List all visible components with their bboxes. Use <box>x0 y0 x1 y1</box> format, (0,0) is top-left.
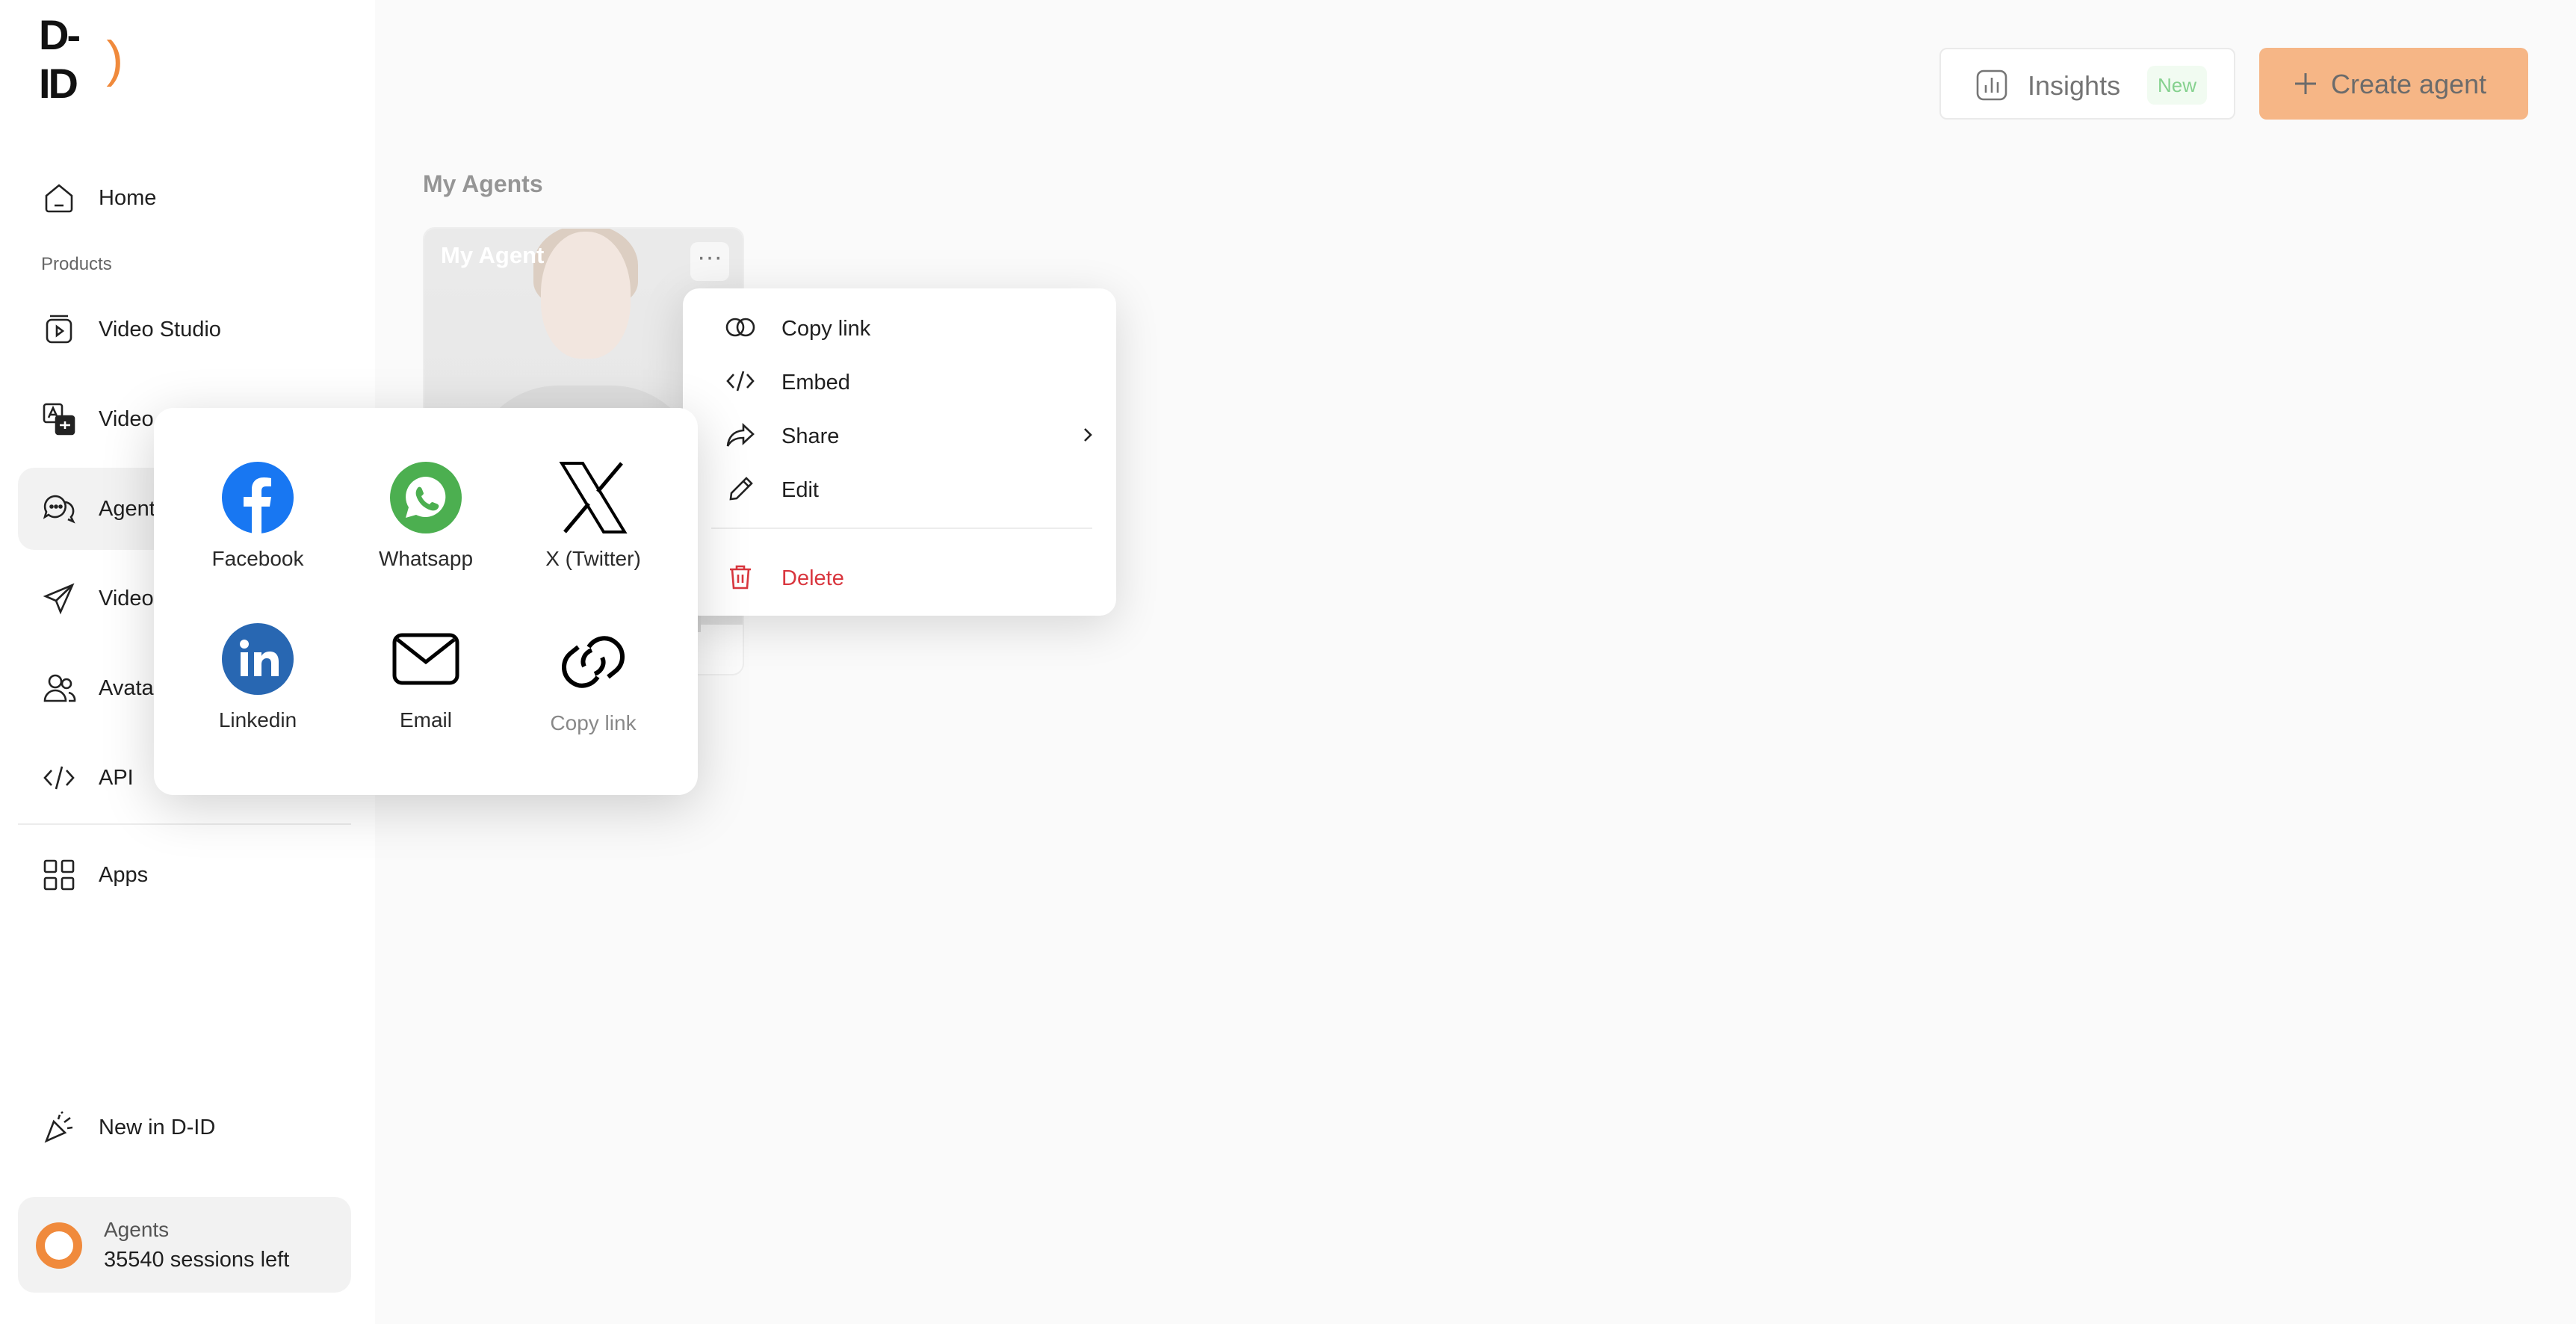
link-icon <box>725 318 755 337</box>
sidebar-item-label: Apps <box>99 862 149 887</box>
agent-context-menu: Copy link Embed Share Edit Delete <box>683 288 1116 616</box>
sidebar-item-label: New in D-ID <box>99 1115 216 1139</box>
sidebar-item-label: Home <box>99 185 157 210</box>
logo-accent: ) <box>106 31 123 87</box>
menu-item-label: Share <box>781 424 840 448</box>
menu-item-label: Copy link <box>781 317 871 341</box>
linkedin-icon <box>222 623 294 695</box>
modal-overlay[interactable] <box>375 0 2576 1324</box>
send-video-icon <box>43 583 75 615</box>
sidebar-item-apps[interactable]: Apps <box>18 834 351 916</box>
sidebar-item-label: Agent <box>99 496 155 521</box>
share-label: X (Twitter) <box>545 547 641 570</box>
menu-item-share[interactable]: Share <box>698 409 1101 460</box>
share-facebook[interactable]: Facebook <box>183 460 332 602</box>
email-icon <box>392 633 459 685</box>
home-icon <box>45 184 73 213</box>
usage-remaining: 35540 sessions left <box>104 1248 290 1272</box>
agents-chat-icon <box>43 495 75 524</box>
usage-card[interactable]: Agents 35540 sessions left <box>18 1197 351 1293</box>
menu-item-label: Embed <box>781 371 850 395</box>
link-icon <box>562 636 625 688</box>
share-copy-link[interactable]: Copy link <box>518 625 668 767</box>
share-label: Copy link <box>550 711 637 734</box>
menu-divider <box>711 528 1092 529</box>
video-studio-icon <box>46 315 72 344</box>
menu-item-label: Delete <box>781 566 844 590</box>
menu-item-label: Edit <box>781 478 819 502</box>
share-label: Facebook <box>211 547 304 570</box>
sidebar-item-label: Video <box>99 406 154 431</box>
sidebar-item-label: Video <box>99 586 154 610</box>
sidebar-item-home[interactable]: Home <box>18 157 351 239</box>
x-twitter-icon <box>559 462 628 533</box>
share-email[interactable]: Email <box>351 622 501 764</box>
share-x-twitter[interactable]: X (Twitter) <box>518 460 668 602</box>
share-whatsapp[interactable]: Whatsapp <box>351 460 501 602</box>
menu-item-embed[interactable]: Embed <box>698 356 1101 406</box>
usage-ring-icon <box>36 1222 82 1269</box>
apps-grid-icon <box>43 859 75 891</box>
sidebar-item-label: API <box>99 765 134 790</box>
code-icon <box>726 371 755 392</box>
share-label: Email <box>399 708 452 731</box>
sidebar-item-label: Avata <box>99 675 154 700</box>
share-popup: Facebook Whatsapp X (Twitter) Linkedin E… <box>154 408 698 795</box>
sidebar-item-new-in[interactable]: New in D-ID <box>18 1086 351 1169</box>
menu-item-copy-link[interactable]: Copy link <box>698 302 1101 353</box>
whatsapp-icon <box>390 462 462 533</box>
share-arrow-icon <box>726 423 755 447</box>
sidebar-divider <box>18 823 351 825</box>
facebook-icon <box>222 462 294 533</box>
menu-item-edit[interactable]: Edit <box>698 463 1101 514</box>
section-label-products: Products <box>41 254 112 274</box>
logo-text: D-ID <box>39 11 81 107</box>
menu-item-delete[interactable]: Delete <box>698 551 1101 602</box>
sidebar-item-label: Video Studio <box>99 317 221 341</box>
code-icon <box>43 766 75 790</box>
d-id-logo[interactable]: D-ID) <box>39 11 123 107</box>
sidebar-item-video-studio[interactable]: Video Studio <box>18 288 351 371</box>
trash-icon <box>730 565 751 590</box>
usage-product: Agents <box>104 1218 170 1241</box>
video-translate-icon <box>43 403 75 436</box>
party-popper-icon <box>44 1111 73 1143</box>
share-label: Whatsapp <box>378 547 474 570</box>
avatars-icon <box>43 674 76 702</box>
pencil-icon <box>729 477 753 501</box>
chevron-right-icon <box>1084 428 1092 442</box>
share-label: Linkedin <box>218 708 297 731</box>
share-linkedin[interactable]: Linkedin <box>183 622 332 764</box>
